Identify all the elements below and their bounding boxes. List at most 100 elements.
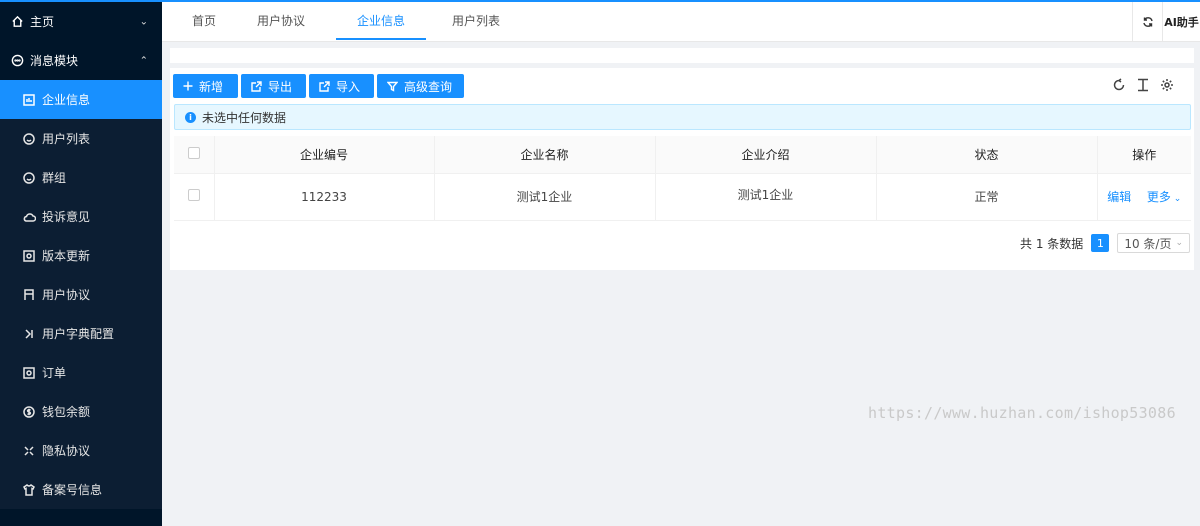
- sidebar: 主页 ⌄ 消息模块 ⌃ 企业信息 用户列表 群组 投诉意见 版本更新 用户协议 …: [0, 2, 162, 526]
- tab-user-list[interactable]: 用户列表: [452, 2, 500, 40]
- column-header[interactable]: 企业编号: [214, 136, 435, 174]
- import-icon: [319, 80, 330, 92]
- sidebar-item-complaints[interactable]: 投诉意见: [0, 197, 162, 236]
- selection-alert: i 未选中任何数据: [174, 104, 1191, 130]
- chevron-up-icon: ⌃: [139, 55, 148, 66]
- column-height-icon[interactable]: [1136, 78, 1150, 92]
- import-button[interactable]: 导入: [309, 74, 374, 98]
- table-tools: [1112, 78, 1174, 92]
- sidebar-group-message[interactable]: 消息模块 ⌃: [0, 41, 162, 80]
- table-header-row: 企业编号 企业名称 企业介绍 状态 操作: [174, 136, 1191, 174]
- sidebar-item-user-dictionary[interactable]: 用户字典配置: [0, 314, 162, 353]
- chart-icon: [22, 93, 36, 107]
- data-table: 企业编号 企业名称 企业介绍 状态 操作 112233 测试1企业 测试1企业 …: [174, 136, 1191, 221]
- sidebar-item-privacy[interactable]: 隐私协议: [0, 431, 162, 470]
- column-header[interactable]: 状态: [876, 136, 1098, 174]
- total-count: 共 1 条数据: [1020, 236, 1084, 251]
- sidebar-item-label: 投诉意见: [42, 210, 91, 224]
- refresh-icon: [1142, 16, 1153, 27]
- ai-assistant-button[interactable]: AI助手: [1162, 2, 1200, 41]
- smile-icon: [22, 171, 36, 185]
- sidebar-item-label: 企业信息: [42, 93, 91, 107]
- chevron-down-icon: ⌄: [139, 16, 148, 27]
- smile-icon: [22, 132, 36, 146]
- import-button-label: 导入: [336, 79, 361, 94]
- top-header: 首页 用户协议 企业信息 用户列表 AI助手: [162, 2, 1200, 42]
- sidebar-item-label: 群组: [42, 171, 67, 185]
- page-size-select[interactable]: 10 条/页 ⌄: [1117, 233, 1190, 253]
- expand-icon: [22, 327, 36, 341]
- sidebar-item-home[interactable]: 主页 ⌄: [0, 2, 162, 41]
- sidebar-item-label: 用户列表: [42, 132, 91, 146]
- column-header[interactable]: 企业名称: [434, 136, 656, 174]
- status-cell: 正常: [876, 173, 1098, 221]
- refresh-button[interactable]: [1132, 2, 1162, 41]
- chevron-down-icon: ⌄: [1175, 238, 1183, 248]
- company-name-cell: 测试1企业: [434, 173, 656, 221]
- expand-icon: [22, 444, 36, 458]
- select-all-cell: [174, 136, 215, 174]
- sidebar-item-orders[interactable]: 订单: [0, 353, 162, 392]
- message-icon: [10, 54, 24, 68]
- alert-text: 未选中任何数据: [202, 110, 287, 125]
- page-size-value: 10 条/页: [1124, 236, 1172, 251]
- sidebar-item-wallet[interactable]: 钱包余额: [0, 392, 162, 431]
- sidebar-item-groups[interactable]: 群组: [0, 158, 162, 197]
- sidebar-item-label: 主页: [30, 15, 55, 29]
- gear-icon[interactable]: [1160, 78, 1174, 92]
- select-all-checkbox[interactable]: [187, 146, 200, 159]
- table-row: 112233 测试1企业 测试1企业 正常 编辑 更多 ⌄: [174, 173, 1191, 221]
- sidebar-item-label: 钱包余额: [42, 405, 91, 419]
- sidebar-item-label: 用户字典配置: [42, 327, 115, 341]
- add-button[interactable]: 新增: [173, 74, 238, 98]
- top-accent-line: [0, 0, 1200, 2]
- company-intro-cell: 测试1企业: [655, 173, 877, 221]
- actions-cell: 编辑 更多 ⌄: [1097, 173, 1191, 221]
- export-button-label: 导出: [268, 79, 293, 94]
- picture-icon: [22, 249, 36, 263]
- sidebar-item-label: 用户协议: [42, 288, 91, 302]
- table-icon: [22, 288, 36, 302]
- row-checkbox[interactable]: [187, 189, 200, 201]
- sidebar-item-company-info[interactable]: 企业信息: [0, 80, 162, 119]
- column-header: 操作: [1097, 136, 1191, 174]
- chevron-down-icon: ⌄: [1170, 194, 1182, 204]
- reload-icon[interactable]: [1112, 78, 1126, 92]
- edit-link[interactable]: 编辑: [1107, 190, 1131, 204]
- sidebar-group-label: 消息模块: [30, 54, 79, 68]
- add-button-label: 新增: [199, 79, 224, 94]
- more-label: 更多: [1146, 190, 1171, 204]
- plus-icon: [183, 81, 193, 91]
- sidebar-item-user-agreement[interactable]: 用户协议: [0, 275, 162, 314]
- sidebar-item-user-list[interactable]: 用户列表: [0, 119, 162, 158]
- tab-user-agreement[interactable]: 用户协议: [257, 2, 305, 40]
- page-number-current[interactable]: 1: [1091, 234, 1110, 252]
- picture-icon: [22, 366, 36, 380]
- home-icon: [10, 15, 24, 29]
- export-button[interactable]: 导出: [241, 74, 306, 98]
- export-icon: [251, 80, 262, 92]
- main-card: 新增 导出 导入 高级查询 i 未选中任何数据 企业编号 企业名称 企业介绍 状…: [170, 68, 1194, 270]
- tab-company-info[interactable]: 企业信息: [336, 2, 426, 40]
- sidebar-item-label: 备案号信息: [42, 483, 103, 497]
- dollar-icon: [22, 405, 36, 419]
- watermark: https://www.huzhan.com/ishop53086: [868, 404, 1176, 422]
- info-icon: i: [185, 111, 196, 123]
- sidebar-item-label: 隐私协议: [42, 444, 91, 458]
- sidebar-item-filing-info[interactable]: 备案号信息: [0, 470, 162, 509]
- cloud-icon: [22, 210, 36, 224]
- row-select-cell: [174, 173, 215, 221]
- column-header[interactable]: 企业介绍: [655, 136, 877, 174]
- filter-icon: [387, 81, 398, 92]
- sidebar-item-label: 订单: [42, 366, 67, 380]
- tab-home[interactable]: 首页: [192, 2, 216, 40]
- skin-icon: [22, 483, 36, 497]
- search-panel: [170, 48, 1194, 63]
- sidebar-item-label: 版本更新: [42, 249, 91, 263]
- more-dropdown[interactable]: 更多 ⌄: [1147, 190, 1181, 204]
- advanced-query-button[interactable]: 高级查询: [377, 74, 464, 98]
- header-actions: AI助手: [1132, 2, 1200, 41]
- sidebar-submenu: 企业信息 用户列表 群组 投诉意见 版本更新 用户协议 用户字典配置 订单 钱包…: [0, 80, 162, 509]
- sidebar-item-version-update[interactable]: 版本更新: [0, 236, 162, 275]
- company-code-cell: 112233: [214, 173, 435, 221]
